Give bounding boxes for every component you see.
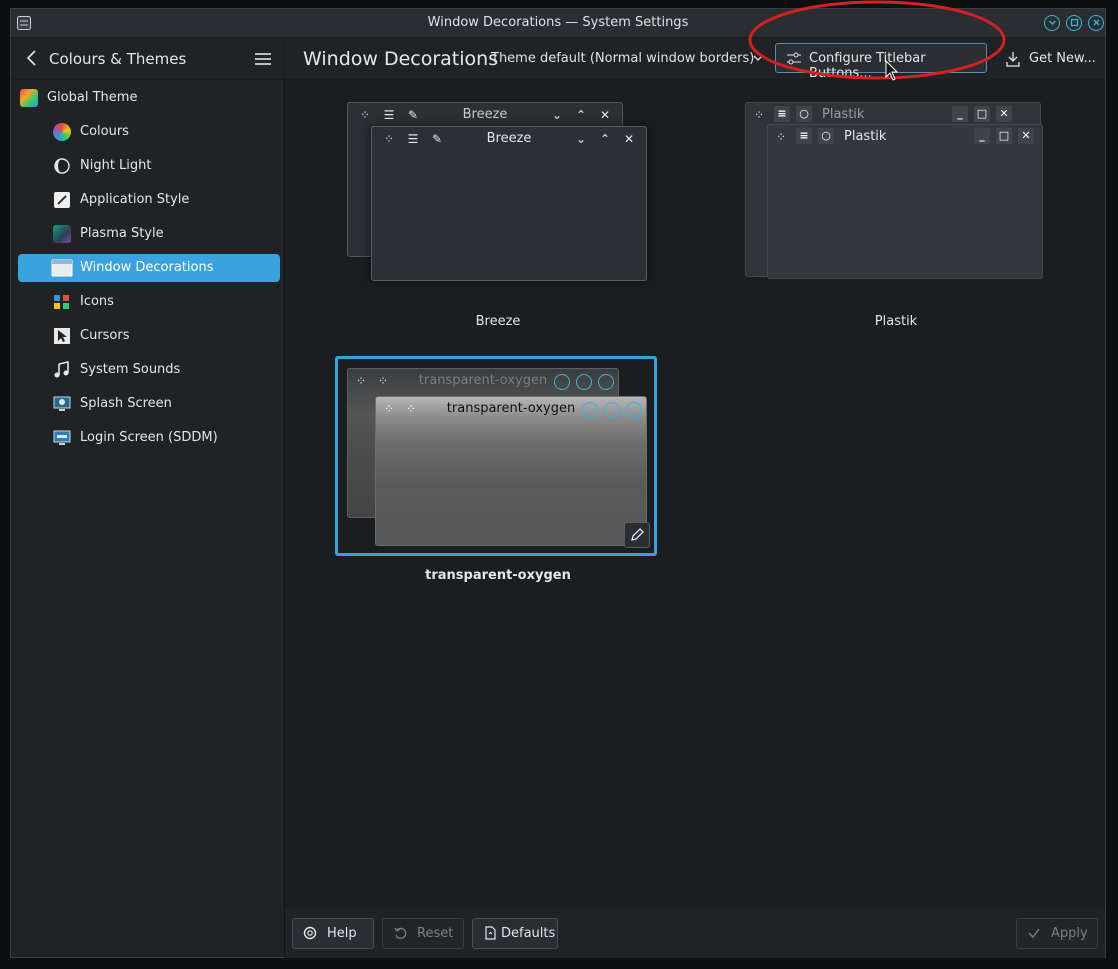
footer-bar: Help Reset Defaults Apply: [285, 909, 1105, 958]
sidebar-item-system-sounds[interactable]: System Sounds: [18, 356, 280, 384]
icons-icon: [54, 295, 69, 309]
sidebar-header: Colours & Themes: [11, 38, 285, 80]
edit-decoration-button[interactable]: [624, 522, 650, 548]
help-button[interactable]: Help: [292, 918, 374, 949]
document-icon: [485, 926, 496, 940]
border-size-dropdown[interactable]: Theme default (Normal window borders): [491, 51, 754, 66]
sidebar-item-cursors[interactable]: Cursors: [18, 322, 280, 350]
main-header: Window Decorations Theme default (Normal…: [285, 38, 1105, 81]
checkmark-icon: [1028, 928, 1040, 939]
minimize-icon: _: [952, 106, 968, 122]
system-settings-window: Window Decorations — System Settings Col…: [10, 8, 1106, 958]
apply-button[interactable]: Apply: [1016, 918, 1098, 949]
decoration-card-plastik[interactable]: ⁘ ≡ ○ Plastik _ □ ✕ ⁘ ≡ ○ Plastik _ □ ✕ …: [735, 94, 1057, 329]
dots-icon: ⁘: [775, 130, 787, 144]
help-icon: [303, 926, 317, 940]
sidebar-item-label: Icons: [80, 294, 114, 309]
sidebar-item-label: Night Light: [80, 158, 152, 173]
maximize-icon: □: [996, 128, 1012, 144]
sliders-icon: [787, 52, 801, 65]
sticky-icon: ○: [796, 106, 812, 122]
music-note-icon: [54, 361, 69, 378]
reset-label: Reset: [417, 926, 454, 941]
defaults-button[interactable]: Defaults: [472, 918, 558, 949]
minimize-icon[interactable]: [1044, 15, 1060, 31]
sticky-icon: ○: [818, 128, 834, 144]
splash-screen-icon: [53, 396, 71, 411]
decorations-grid: ⁘ ☰ ✎ Breeze ⌄ ⌃ ✕ ⁘ ☰ ✎ Breeze ⌄ ⌃ ✕ Br…: [285, 80, 1105, 908]
sidebar-item-colours[interactable]: Colours: [18, 118, 280, 146]
chevron-up-icon: ⌃: [599, 132, 611, 146]
decoration-name: transparent-oxygen: [425, 568, 571, 583]
application-style-icon: [54, 192, 70, 208]
sidebar-item-splash-screen[interactable]: Splash Screen: [18, 390, 280, 418]
pencil-icon: [631, 528, 644, 541]
sidebar-item-label: System Sounds: [80, 362, 181, 377]
sidebar-item-label: Splash Screen: [80, 396, 172, 411]
back-arrow-icon[interactable]: [25, 50, 39, 66]
night-light-icon: [54, 158, 70, 174]
decoration-card-breeze[interactable]: ⁘ ☰ ✎ Breeze ⌄ ⌃ ✕ ⁘ ☰ ✎ Breeze ⌄ ⌃ ✕ Br…: [337, 94, 659, 329]
sidebar-item-label: Plasma Style: [80, 226, 164, 241]
undo-icon: [394, 927, 407, 939]
minimize-icon: _: [974, 128, 990, 144]
preview-active-window: ⁘ ≡ ○ Plastik _ □ ✕: [767, 124, 1043, 279]
get-new-label: Get New...: [1029, 51, 1096, 66]
chevron-down-icon: ⌄: [575, 132, 587, 146]
dots-icon: ⁘: [753, 108, 765, 122]
menu-icon: ≡: [774, 106, 790, 122]
sidebar-item-application-style[interactable]: Application Style: [18, 186, 280, 214]
maximize-icon[interactable]: [1066, 15, 1082, 31]
global-theme-icon: [20, 89, 38, 107]
sidebar-item-icons[interactable]: Icons: [18, 288, 280, 316]
plasma-style-icon: [53, 225, 71, 243]
window-title: Window Decorations — System Settings: [427, 15, 689, 30]
decoration-card-transparent-oxygen[interactable]: ⁘ ⁘ transparent-oxygen ⁘ ⁘ transparent-o…: [335, 356, 659, 583]
sidebar-item-plasma-style[interactable]: Plasma Style: [18, 220, 280, 248]
chevron-down-icon[interactable]: [753, 53, 763, 63]
sidebar-item-label: Global Theme: [47, 90, 138, 105]
preview-active-window: ⁘ ☰ ✎ Breeze ⌄ ⌃ ✕: [371, 126, 647, 281]
download-icon: [1006, 52, 1020, 67]
window-titlebar[interactable]: Window Decorations — System Settings: [11, 9, 1105, 38]
sidebar-category-title[interactable]: Colours & Themes: [49, 50, 186, 68]
sidebar-item-label: Window Decorations: [80, 260, 214, 275]
window-decorations-icon: [51, 259, 73, 277]
sidebar-item-label: Application Style: [80, 192, 190, 207]
sidebar-item-window-decorations[interactable]: Window Decorations: [18, 254, 280, 282]
reset-button[interactable]: Reset: [382, 918, 464, 949]
maximize-icon: □: [974, 106, 990, 122]
sidebar-item-login-screen[interactable]: Login Screen (SDDM): [18, 424, 280, 452]
sidebar-item-label: Login Screen (SDDM): [80, 430, 218, 445]
preview-title: Plastik: [822, 107, 865, 122]
decoration-name: Breeze: [475, 314, 521, 329]
chevron-down-icon: ⌄: [551, 108, 563, 122]
close-icon[interactable]: [1088, 15, 1104, 31]
close-icon: ✕: [599, 108, 611, 122]
apply-label: Apply: [1051, 926, 1088, 941]
selection-frame: [335, 356, 657, 556]
close-icon: ✕: [1018, 128, 1034, 144]
configure-titlebar-buttons-label: Configure Titlebar Buttons...: [809, 51, 926, 81]
menu-icon: ≡: [796, 128, 812, 144]
sidebar-item-label: Colours: [80, 124, 129, 139]
sidebar-item-global-theme[interactable]: Global Theme: [18, 84, 280, 112]
help-label: Help: [327, 926, 357, 941]
sidebar-item-label: Cursors: [80, 328, 130, 343]
chevron-up-icon: ⌃: [575, 108, 587, 122]
colours-icon: [53, 123, 71, 141]
close-icon: ✕: [996, 106, 1012, 122]
decoration-name: Plastik: [874, 314, 918, 329]
login-screen-icon: [53, 430, 71, 445]
defaults-label: Defaults: [501, 926, 556, 941]
preview-title: Plastik: [844, 129, 887, 144]
page-title: Window Decorations: [303, 48, 499, 70]
sidebar-item-night-light[interactable]: Night Light: [18, 152, 280, 180]
close-icon: ✕: [623, 132, 635, 146]
configure-titlebar-buttons-button[interactable]: Configure Titlebar Buttons...: [775, 43, 987, 81]
hamburger-menu-icon[interactable]: [254, 51, 272, 67]
cursors-icon: [54, 328, 70, 344]
sidebar: Global Theme Colours Night Light Applica…: [11, 80, 285, 957]
